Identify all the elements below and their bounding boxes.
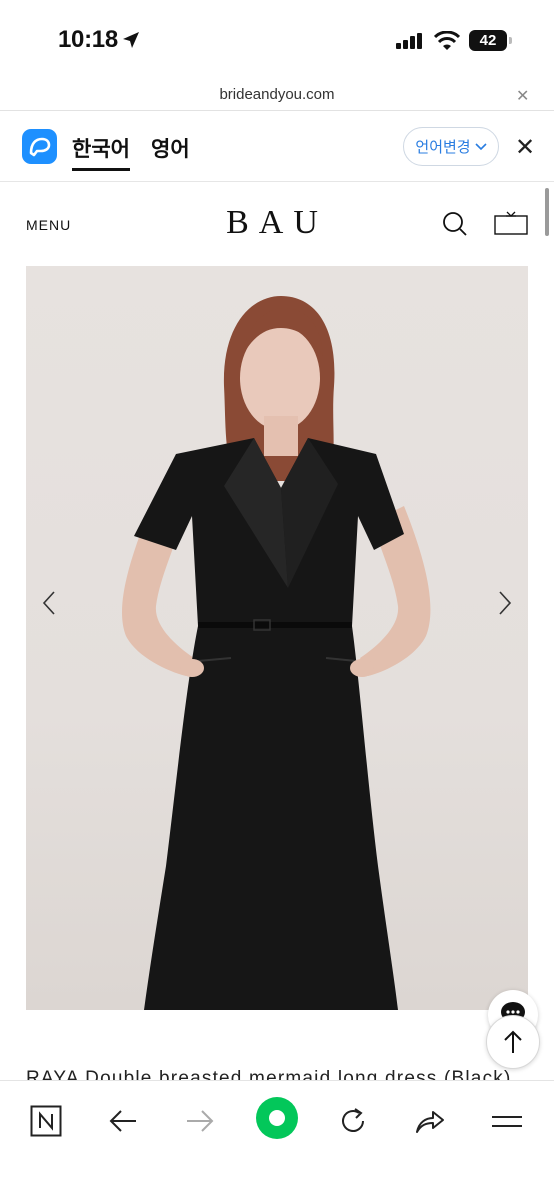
arrow-up-icon xyxy=(504,1030,522,1053)
forward-button[interactable] xyxy=(180,1101,220,1141)
reload-icon xyxy=(342,1108,364,1132)
next-image-arrow-icon[interactable] xyxy=(496,590,514,616)
reload-button[interactable] xyxy=(333,1101,373,1141)
browser-toolbar xyxy=(0,1080,554,1200)
arrow-right-icon xyxy=(187,1110,214,1132)
page-scrollbar[interactable] xyxy=(545,188,549,236)
browser-menu-button[interactable] xyxy=(487,1101,527,1141)
translate-bar: 한국어 영어 언어변경 ✕ xyxy=(0,111,554,182)
translate-close-icon[interactable]: ✕ xyxy=(515,133,535,162)
scroll-to-top-button[interactable] xyxy=(486,1015,540,1069)
hamburger-menu-icon xyxy=(492,1116,522,1127)
previous-image-arrow-icon[interactable] xyxy=(40,590,58,616)
cellular-signal-icon xyxy=(396,33,422,49)
url-text[interactable]: brideandyou.com xyxy=(0,86,554,103)
naver-n-icon xyxy=(30,1105,62,1137)
change-language-label: 언어변경 xyxy=(415,139,471,156)
search-icon[interactable] xyxy=(442,211,468,237)
product-photo-illustration xyxy=(122,296,431,1010)
status-bar: 10:18 42 xyxy=(0,0,554,80)
change-language-button[interactable]: 언어변경 xyxy=(403,127,499,166)
naver-home-button[interactable] xyxy=(26,1101,66,1141)
papago-logo-icon[interactable] xyxy=(22,129,57,164)
product-image[interactable] xyxy=(26,266,528,1010)
green-dot-icon xyxy=(269,1110,285,1126)
status-time: 10:18 xyxy=(58,26,118,53)
tab-english[interactable]: 영어 xyxy=(151,133,190,163)
back-button[interactable] xyxy=(103,1101,143,1141)
url-close-icon[interactable]: ✕ xyxy=(516,86,529,106)
share-arrow-icon xyxy=(416,1111,444,1133)
chevron-down-icon xyxy=(475,142,487,150)
active-tab-indicator xyxy=(72,168,130,171)
share-button[interactable] xyxy=(410,1101,450,1141)
green-dot-button[interactable] xyxy=(256,1097,298,1139)
battery-icon: 42 xyxy=(469,30,507,51)
shopping-bag-icon[interactable] xyxy=(494,210,528,236)
arrow-left-icon xyxy=(109,1110,136,1132)
url-bar[interactable]: brideandyou.com ✕ xyxy=(0,80,554,111)
site-logo[interactable]: BAU xyxy=(0,204,554,242)
location-arrow-icon xyxy=(123,32,139,48)
battery-cap xyxy=(509,37,512,44)
wifi-icon xyxy=(434,31,460,50)
tab-korean[interactable]: 한국어 xyxy=(72,133,130,163)
